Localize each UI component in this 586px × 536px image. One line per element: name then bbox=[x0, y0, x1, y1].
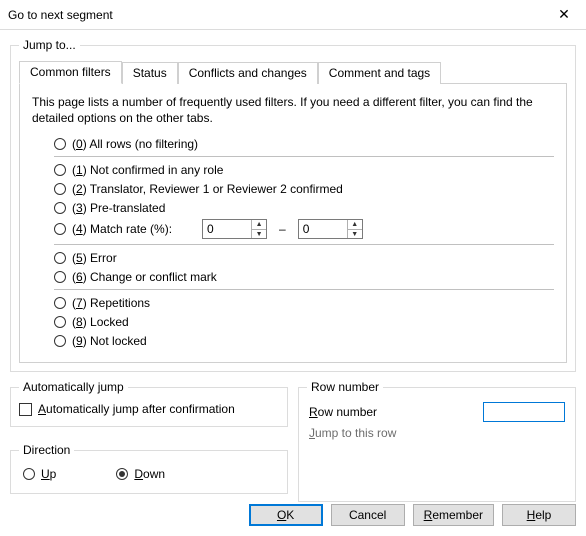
separator bbox=[54, 244, 554, 245]
dialog-buttons: OK Cancel Remember Help bbox=[10, 502, 576, 526]
separator bbox=[54, 289, 554, 290]
spinner-buttons[interactable]: ▲▼ bbox=[347, 220, 362, 238]
window-title: Go to next segment bbox=[8, 8, 113, 22]
remember-button[interactable]: Remember bbox=[413, 504, 494, 526]
jump-to-row-link: Jump to this row bbox=[309, 426, 396, 440]
auto-jump-group: Automatically jump Automatically jump af… bbox=[10, 380, 288, 427]
direction-down[interactable]: Down bbox=[116, 465, 165, 483]
row-number-input[interactable] bbox=[483, 402, 565, 422]
radio-icon bbox=[54, 252, 66, 264]
cancel-button[interactable]: Cancel bbox=[331, 504, 405, 526]
tab-panel-common: This page lists a number of frequently u… bbox=[19, 83, 567, 363]
radio-icon bbox=[54, 297, 66, 309]
spin-down-icon[interactable]: ▼ bbox=[348, 230, 362, 239]
direction-up[interactable]: Up bbox=[23, 465, 56, 483]
ok-button[interactable]: OK bbox=[249, 504, 323, 526]
auto-jump-checkbox-row[interactable]: Automatically jump after confirmation bbox=[19, 400, 279, 418]
option-label: (9) Not locked bbox=[72, 334, 147, 348]
tabstrip: Common filters Status Conflicts and chan… bbox=[19, 60, 567, 83]
option-label: (0) All rows (no filtering) bbox=[72, 137, 198, 151]
radio-icon bbox=[54, 164, 66, 176]
option-not-confirmed[interactable]: (1) Not confirmed in any role bbox=[32, 160, 554, 179]
match-rate-from-input[interactable] bbox=[203, 220, 251, 238]
row-number-label: Row number bbox=[309, 405, 377, 419]
radio-icon bbox=[116, 468, 128, 480]
option-match-rate[interactable]: (4) Match rate (%): ▲▼ – ▲▼ bbox=[32, 217, 554, 241]
checkbox-icon bbox=[19, 403, 32, 416]
spin-up-icon[interactable]: ▲ bbox=[348, 220, 362, 230]
spinner-buttons[interactable]: ▲▼ bbox=[251, 220, 266, 238]
direction-up-label: Up bbox=[41, 467, 56, 481]
tab-description: This page lists a number of frequently u… bbox=[32, 94, 554, 126]
option-label: (7) Repetitions bbox=[72, 296, 150, 310]
option-label: (2) Translator, Reviewer 1 or Reviewer 2… bbox=[72, 182, 343, 196]
tab-common-filters[interactable]: Common filters bbox=[19, 61, 122, 84]
direction-legend: Direction bbox=[19, 443, 74, 457]
radio-icon bbox=[54, 183, 66, 195]
row-number-group: Row number Row number Jump to this row bbox=[298, 380, 576, 502]
range-dash: – bbox=[279, 222, 286, 236]
direction-group: Direction Up Down bbox=[10, 443, 288, 494]
tab-comment-tags[interactable]: Comment and tags bbox=[318, 62, 441, 84]
tab-status[interactable]: Status bbox=[122, 62, 178, 84]
close-button[interactable]: ✕ bbox=[542, 0, 586, 30]
radio-icon bbox=[54, 223, 66, 235]
titlebar: Go to next segment ✕ bbox=[0, 0, 586, 30]
spin-up-icon[interactable]: ▲ bbox=[252, 220, 266, 230]
option-repetitions[interactable]: (7) Repetitions bbox=[32, 293, 554, 312]
jump-legend: Jump to... bbox=[19, 38, 80, 52]
option-label: (1) Not confirmed in any role bbox=[72, 163, 223, 177]
radio-icon bbox=[54, 138, 66, 150]
option-label: (8) Locked bbox=[72, 315, 129, 329]
row-number-legend: Row number bbox=[307, 380, 383, 394]
option-change-conflict[interactable]: (6) Change or conflict mark bbox=[32, 267, 554, 286]
option-error[interactable]: (5) Error bbox=[32, 248, 554, 267]
option-label: (4) Match rate (%): bbox=[72, 222, 172, 236]
tab-conflicts-changes[interactable]: Conflicts and changes bbox=[178, 62, 318, 84]
radio-icon bbox=[54, 335, 66, 347]
match-rate-from-spinner[interactable]: ▲▼ bbox=[202, 219, 267, 239]
jump-group: Jump to... Common filters Status Conflic… bbox=[10, 38, 576, 372]
help-button[interactable]: Help bbox=[502, 504, 576, 526]
spin-down-icon[interactable]: ▼ bbox=[252, 230, 266, 239]
radio-icon bbox=[54, 316, 66, 328]
auto-jump-legend: Automatically jump bbox=[19, 380, 128, 394]
match-rate-to-input[interactable] bbox=[299, 220, 347, 238]
option-label: (5) Error bbox=[72, 251, 117, 265]
match-rate-to-spinner[interactable]: ▲▼ bbox=[298, 219, 363, 239]
radio-icon bbox=[54, 202, 66, 214]
auto-jump-label: Automatically jump after confirmation bbox=[38, 402, 235, 416]
option-all-rows[interactable]: (0) All rows (no filtering) bbox=[32, 134, 554, 153]
radio-icon bbox=[23, 468, 35, 480]
option-label: (3) Pre-translated bbox=[72, 201, 165, 215]
separator bbox=[54, 156, 554, 157]
radio-icon bbox=[54, 271, 66, 283]
option-confirmed-roles[interactable]: (2) Translator, Reviewer 1 or Reviewer 2… bbox=[32, 179, 554, 198]
option-locked[interactable]: (8) Locked bbox=[32, 312, 554, 331]
option-not-locked[interactable]: (9) Not locked bbox=[32, 331, 554, 350]
direction-down-label: Down bbox=[134, 467, 165, 481]
option-pretranslated[interactable]: (3) Pre-translated bbox=[32, 198, 554, 217]
option-label: (6) Change or conflict mark bbox=[72, 270, 217, 284]
